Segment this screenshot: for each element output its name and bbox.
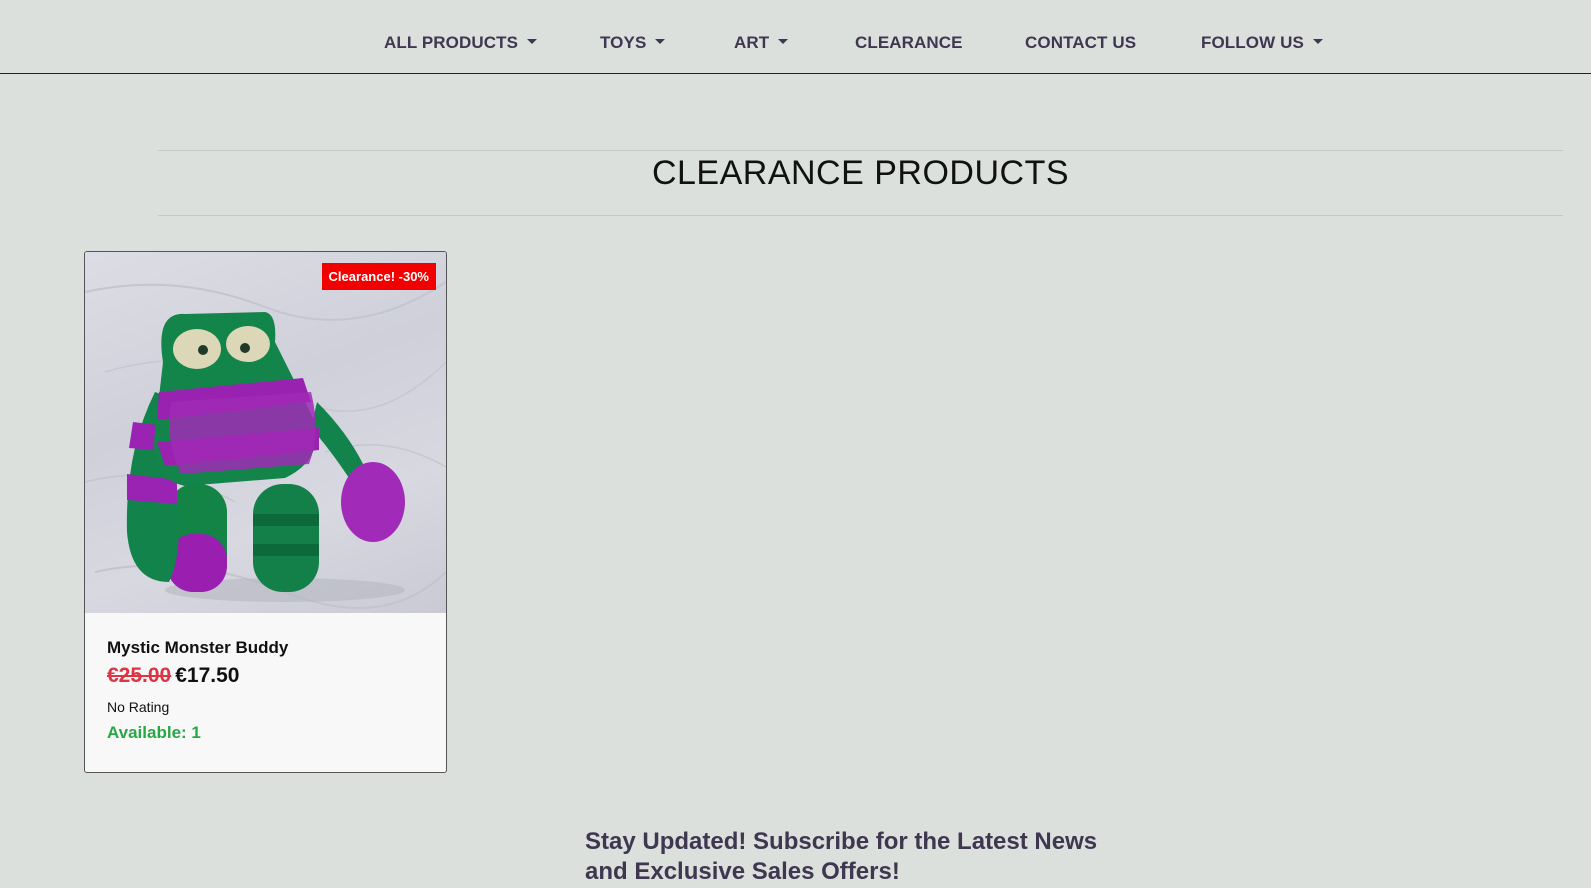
old-price: €25.00 — [107, 664, 172, 687]
nav-item-label: CONTACT US — [1025, 33, 1137, 52]
stock-availability: Available: 1 — [107, 723, 201, 742]
nav-item-toys[interactable]: TOYS — [600, 33, 666, 53]
nav-item-label: TOYS — [600, 33, 647, 52]
product-rating: No Rating — [107, 699, 170, 715]
nav-item-label: ALL PRODUCTS — [384, 33, 519, 52]
caret-down-icon — [527, 39, 538, 44]
caret-down-icon — [1312, 39, 1323, 44]
nav-item-follow-us[interactable]: FOLLOW US — [1201, 33, 1323, 53]
nav-item-clearance[interactable]: CLEARANCE — [855, 33, 963, 53]
crochet-monster-toy-image — [85, 281, 446, 609]
caret-down-icon — [778, 39, 789, 44]
subscribe-heading: Stay Updated! Subscribe for the Latest N… — [585, 828, 1098, 885]
product-card-body: Mystic Monster Buddy €25.00 €17.50 No Rat… — [107, 637, 427, 744]
nav-item-label: FOLLOW US — [1201, 33, 1304, 52]
price-row: €25.00 €17.50 — [107, 663, 427, 691]
product-card[interactable]: Clearance! -30% Mystic Monster Buddy €25… — [84, 251, 447, 773]
nav-item-label: CLEARANCE — [855, 33, 963, 52]
clearance-badge: Clearance! -30% — [321, 263, 436, 290]
nav-item-contact-us[interactable]: CONTACT US — [1025, 33, 1136, 53]
nav-item-art[interactable]: ART — [734, 33, 789, 53]
page-title: CLEARANCE PRODUCTS — [651, 154, 1070, 192]
title-bottom-divider — [158, 215, 1563, 216]
product-name[interactable]: Mystic Monster Buddy — [107, 637, 427, 659]
product-image[interactable]: Clearance! -30% — [85, 252, 446, 613]
main-navbar: ALL PRODUCTS TOYS ART CLEARANCE CONTACT … — [0, 0, 1591, 74]
sale-price: €17.50 — [175, 664, 240, 687]
nav-item-all-products[interactable]: ALL PRODUCTS — [384, 33, 538, 53]
title-top-divider — [158, 150, 1563, 151]
caret-down-icon — [655, 39, 666, 44]
nav-item-label: ART — [734, 33, 770, 52]
